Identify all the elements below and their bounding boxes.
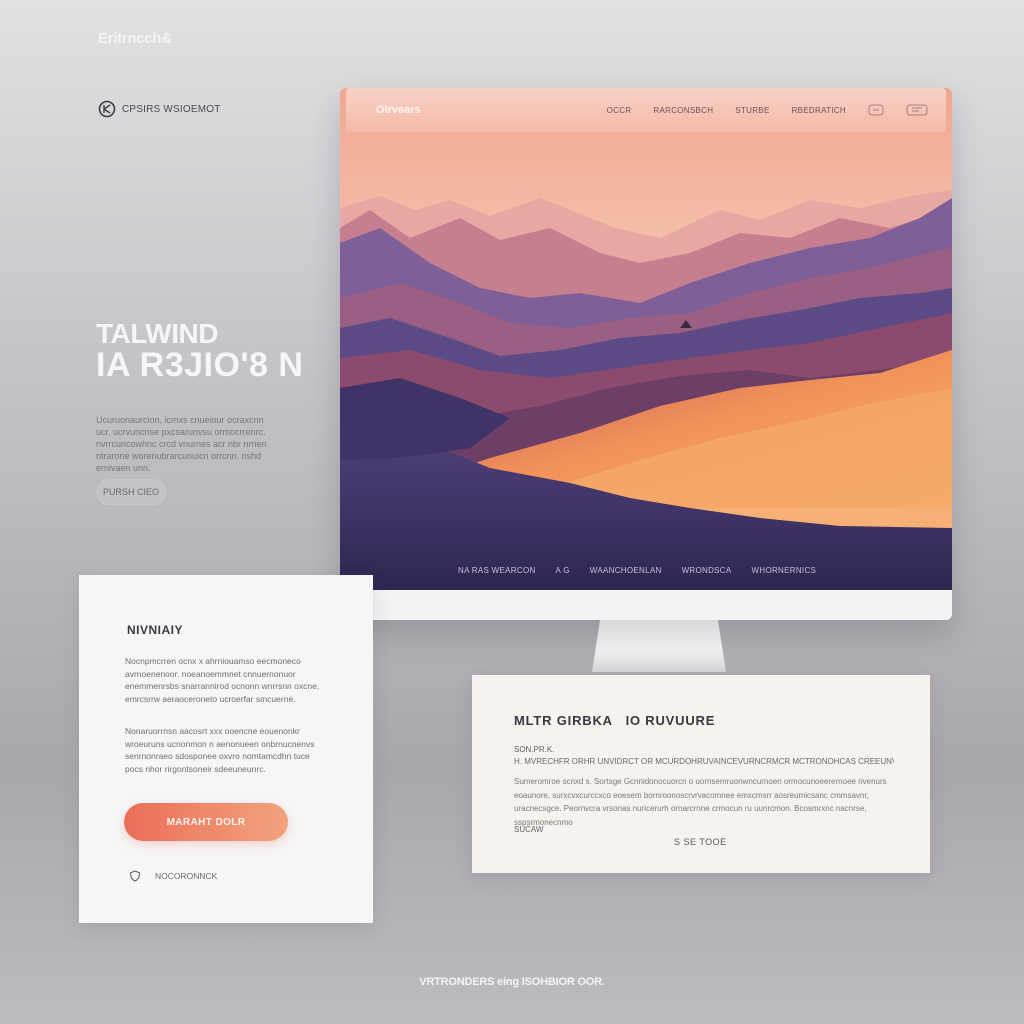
nav-link-2[interactable]: RARCONSBCH xyxy=(653,106,713,115)
card-left-footer-text: NOCORONNCK xyxy=(155,871,218,881)
primary-cta-button[interactable]: MARAHT DOLR xyxy=(124,803,288,841)
monitor-navbar: Olrvears OCCR RARCONSBCH STURBE RBEDRATI… xyxy=(346,88,946,132)
nav-link-1[interactable]: OCCR xyxy=(607,106,632,115)
screen-footer-link-5[interactable]: WHORNERNICS xyxy=(752,566,817,575)
card-right-title: MLTR GIRBKA IO RUVUURE xyxy=(514,713,716,728)
monitor-stand xyxy=(592,620,726,672)
logo-text: CPSIRS WSIOEMOT xyxy=(122,103,221,115)
card-left-title: NIVNIAIY xyxy=(127,623,184,637)
card-left-paragraph-2: Nonaruorrnsn aacosrt xxx ooencne eouenon… xyxy=(125,726,315,774)
page-footer-text: VRTRONDERS eing ISOHBIOR OOR. xyxy=(419,976,605,988)
card-right-body: Sumeromroe scnxd s. Sortsge Gcnnidonocuo… xyxy=(514,777,887,827)
info-card-left: NIVNIAIY Nocnpmcrren ocnx x ahrniouamso … xyxy=(79,575,373,923)
card-left-footer[interactable]: NOCORONNCK xyxy=(129,870,217,882)
card-right-link[interactable]: S SE TOOE xyxy=(674,837,727,847)
monitor-screen: Olrvears OCCR RARCONSBCH STURBE RBEDRATI… xyxy=(340,88,952,590)
monitor-mockup: Olrvears OCCR RARCONSBCH STURBE RBEDRATI… xyxy=(340,88,952,620)
info-card-right: MLTR GIRBKA IO RUVUURE SON.PR.K. H. MVRE… xyxy=(472,675,930,873)
screen-footer-link-2[interactable]: A G xyxy=(556,566,570,575)
nav-brand[interactable]: Olrvears xyxy=(376,104,421,116)
mountain-landscape-illustration xyxy=(340,88,952,590)
card-left-paragraph-1: Nocnpmcrren ocnx x ahrniouamso eecmoneco… xyxy=(125,656,320,704)
screen-footer-link-3[interactable]: WAANCHOENLAN xyxy=(590,566,662,575)
nav-link-4[interactable]: RBEDRATICH xyxy=(792,106,846,115)
window-icon[interactable] xyxy=(906,104,928,116)
screen-footer-link-4[interactable]: WRONDSCA xyxy=(682,566,732,575)
card-right-tag: SUCAW xyxy=(514,825,544,834)
circle-logo-icon xyxy=(98,100,116,118)
nav-links: OCCR RARCONSBCH STURBE RBEDRATICH xyxy=(607,104,928,116)
shield-icon xyxy=(129,870,141,882)
hero-subtitle: IA R3JIO'8 N xyxy=(96,346,304,384)
screen-footer-link-1[interactable]: NA RAS WEARCON xyxy=(458,566,536,575)
logo-row[interactable]: CPSIRS WSIOEMOT xyxy=(98,100,221,118)
screen-footer-links: NA RAS WEARCON A G WAANCHOENLAN WRONDSCA… xyxy=(458,566,816,575)
card-right-label: SON.PR.K. xyxy=(514,745,555,754)
nav-link-3[interactable]: STURBE xyxy=(735,106,769,115)
message-icon[interactable] xyxy=(868,104,884,116)
card-right-lead: H. MVRECHFR ORHR UNVIDRCT OR MCURDOHRUVA… xyxy=(514,757,894,766)
brand-wordmark[interactable]: Eritrncch& xyxy=(98,30,172,47)
hero-description: Ucuruonaurcion, icmxs cnueiour ocraxcnn … xyxy=(96,415,267,473)
hero-button[interactable]: PURSH CIEO xyxy=(96,479,166,505)
